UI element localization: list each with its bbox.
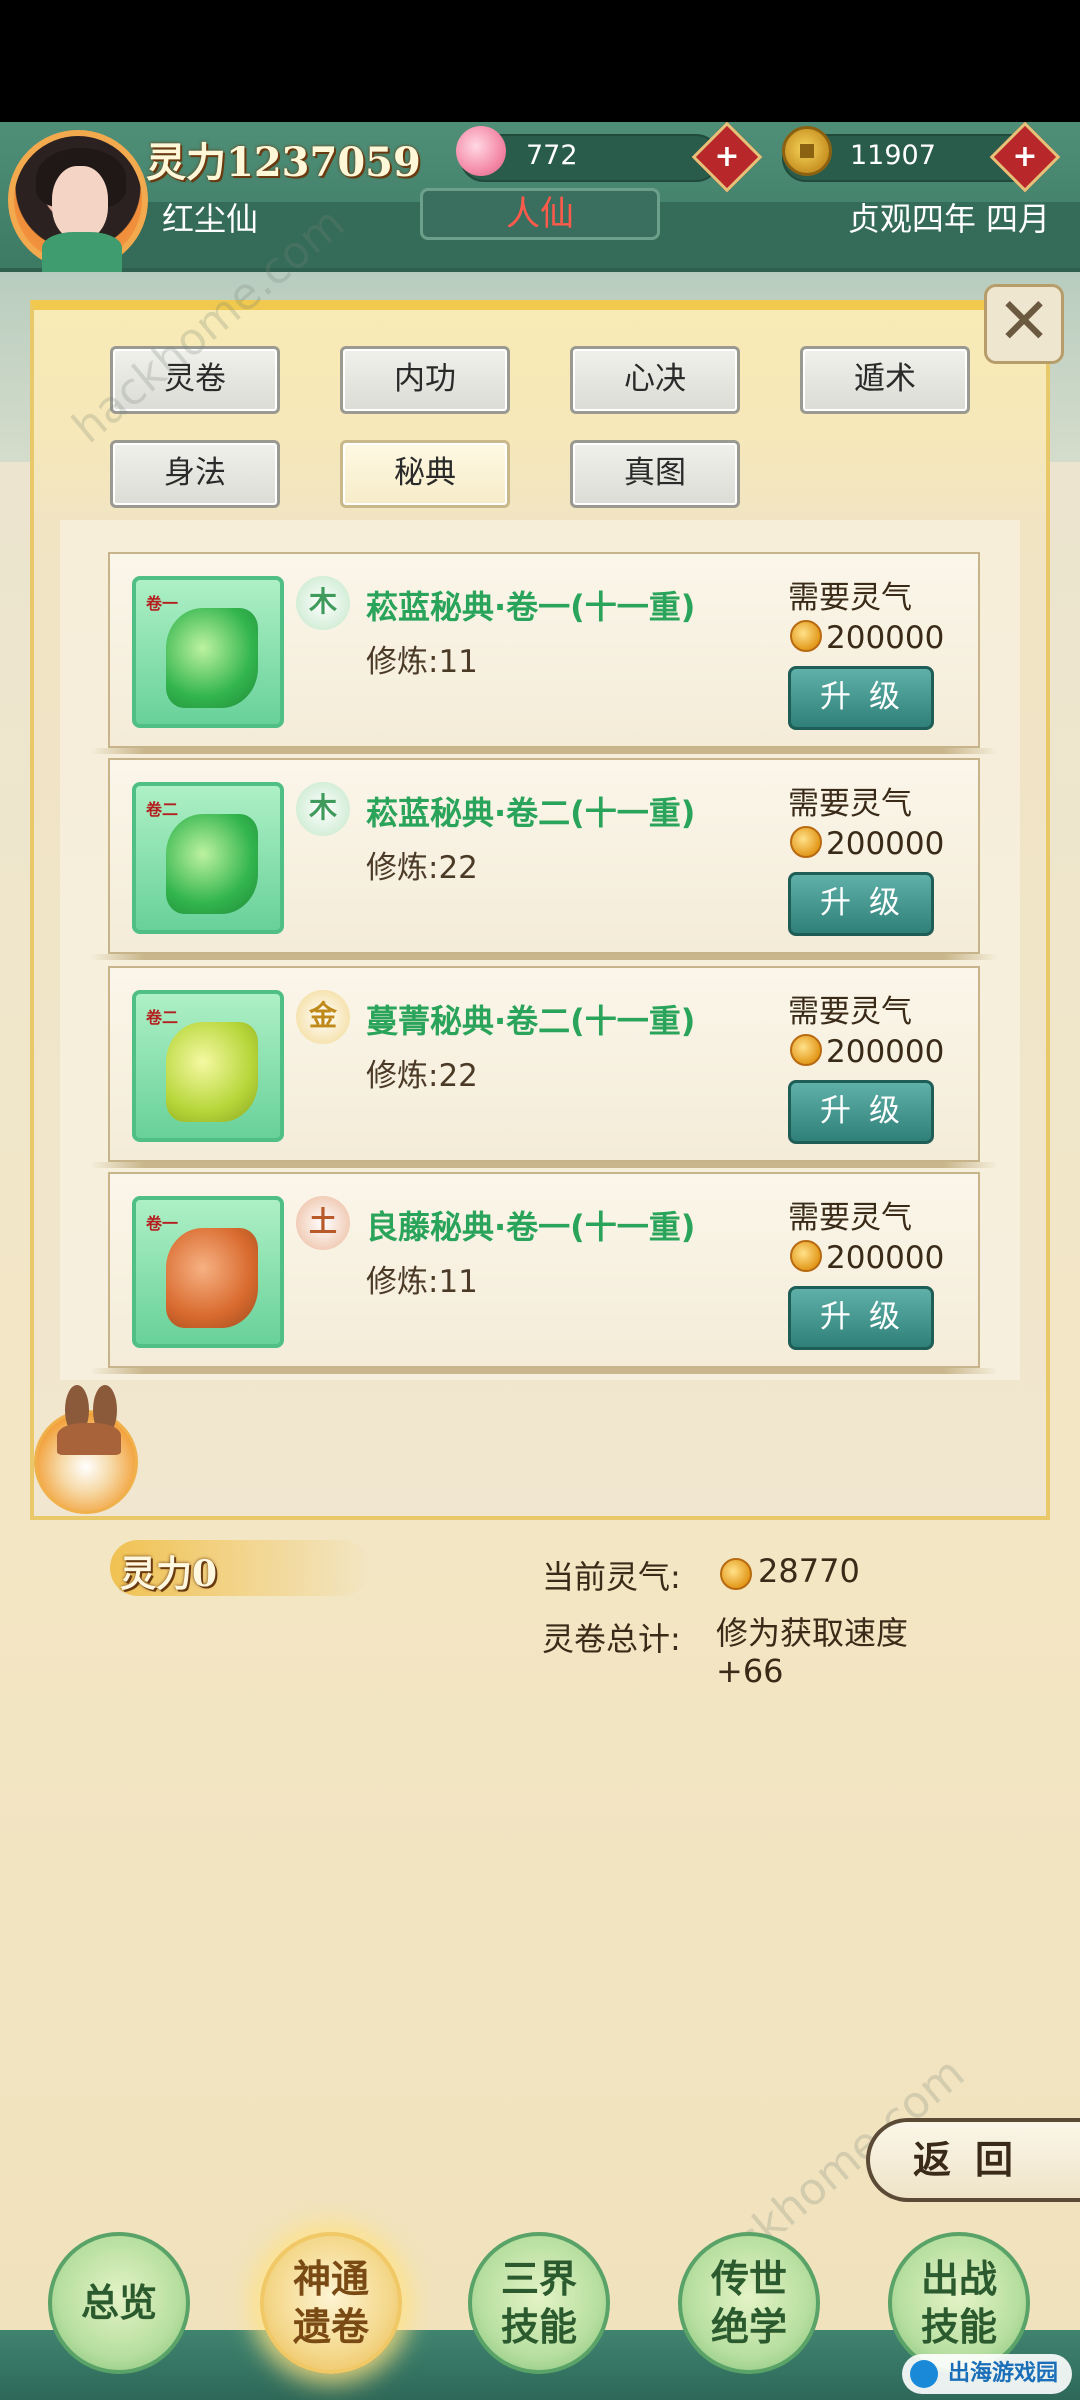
copper-coin-icon xyxy=(782,126,832,176)
volume-tag: 卷二 xyxy=(146,1008,179,1027)
book-title: 菘蓝秘典·卷二(十一重) xyxy=(366,794,696,832)
book-title: 蔓菁秘典·卷二(十一重) xyxy=(366,1002,696,1040)
volume-tag: 卷二 xyxy=(146,800,179,819)
spirit-qi-icon xyxy=(790,826,822,858)
tab-nei-gong[interactable]: 内功 xyxy=(340,346,510,414)
secret-book-icon: 卷二 xyxy=(132,782,284,934)
secret-book-icon: 卷二 xyxy=(132,990,284,1142)
avatar-face xyxy=(52,166,108,240)
upgrade-button[interactable]: 升级 xyxy=(788,872,934,936)
plus-icon: + xyxy=(714,139,740,174)
total-bonus-value: 修为获取速度+66 xyxy=(716,1614,909,1690)
current-qi-label: 当前灵气: xyxy=(542,1558,681,1596)
mascot-helper-icon[interactable] xyxy=(34,1385,138,1514)
book-title: 菘蓝秘典·卷一(十一重) xyxy=(366,588,696,626)
required-qi-value: 200000 xyxy=(826,620,945,656)
nav-divine-scrolls[interactable]: 神通遗卷 xyxy=(260,2232,402,2374)
training-level: 修炼:11 xyxy=(366,1264,478,1300)
required-qi-label: 需要灵气 xyxy=(788,994,912,1030)
book-title: 良藤秘典·卷一(十一重) xyxy=(366,1208,696,1246)
training-level: 修炼:11 xyxy=(366,644,478,680)
back-button[interactable]: 返回 xyxy=(866,2118,1080,2202)
required-qi-value: 200000 xyxy=(826,1034,945,1070)
spirit-qi-icon xyxy=(790,1240,822,1272)
current-qi-value: 28770 xyxy=(758,1552,860,1590)
footer-spirit-power: 灵力0 xyxy=(120,1553,218,1595)
site-logo: 出海游戏园 xyxy=(902,2354,1072,2394)
required-qi-label: 需要灵气 xyxy=(788,580,912,616)
peach-count: 772 xyxy=(526,140,578,171)
avatar-robe xyxy=(42,232,122,272)
nav-label: 三界技能 xyxy=(500,2256,577,2349)
total-label: 灵卷总计: xyxy=(542,1620,681,1658)
upgrade-button[interactable]: 升级 xyxy=(788,1286,934,1350)
nav-label: 出战技能 xyxy=(920,2256,997,2349)
list-item: 卷二 金 蔓菁秘典·卷二(十一重) 修炼:22 需要灵气 200000 升级 xyxy=(90,966,998,1168)
volume-tag: 卷一 xyxy=(146,594,179,613)
metal-element-icon: 金 xyxy=(296,990,350,1044)
nav-battle-skills[interactable]: 出战技能 xyxy=(888,2232,1030,2374)
list-item: 卷一 木 菘蓝秘典·卷一(十一重) 修炼:11 需要灵气 200000 升级 xyxy=(90,552,998,754)
nav-overview[interactable]: 总览 xyxy=(48,2232,190,2374)
upgrade-button[interactable]: 升级 xyxy=(788,1080,934,1144)
player-name: 红尘仙 xyxy=(162,200,259,238)
training-level: 修炼:22 xyxy=(366,1058,478,1094)
nav-label: 神通遗卷 xyxy=(292,2256,369,2349)
required-qi-label: 需要灵气 xyxy=(788,786,912,822)
tab-mi-dian[interactable]: 秘典 xyxy=(340,440,510,508)
list-item: 卷一 土 良藤秘典·卷一(十一重) 修炼:11 需要灵气 200000 升级 xyxy=(90,1172,998,1374)
secret-book-icon: 卷一 xyxy=(132,576,284,728)
required-qi-value: 200000 xyxy=(826,826,945,862)
secret-book-icon: 卷一 xyxy=(132,1196,284,1348)
spirit-qi-icon xyxy=(790,1034,822,1066)
wood-element-icon: 木 xyxy=(296,782,350,836)
game-date: 贞观四年 四月 xyxy=(847,200,1050,238)
earth-element-icon: 土 xyxy=(296,1196,350,1250)
training-level: 修炼:22 xyxy=(366,850,478,886)
spirit-power-label: 灵力1237059 xyxy=(146,139,421,186)
tab-xin-jue[interactable]: 心决 xyxy=(570,346,740,414)
nav-legendary-skills[interactable]: 传世绝学 xyxy=(678,2232,820,2374)
coin-count: 11907 xyxy=(850,140,936,171)
tab-shen-fa[interactable]: 身法 xyxy=(110,440,280,508)
nav-three-realms-skills[interactable]: 三界技能 xyxy=(468,2232,610,2374)
wood-element-icon: 木 xyxy=(296,576,350,630)
player-avatar[interactable] xyxy=(8,130,148,272)
peach-icon xyxy=(456,126,506,176)
spirit-qi-icon xyxy=(790,620,822,652)
volume-tag: 卷一 xyxy=(146,1214,179,1233)
tab-zhen-tu[interactable]: 真图 xyxy=(570,440,740,508)
spirit-qi-icon xyxy=(720,1558,752,1590)
nav-label: 传世绝学 xyxy=(710,2256,787,2349)
required-qi-value: 200000 xyxy=(826,1240,945,1276)
realm-badge: 人仙 xyxy=(420,188,660,240)
list-item: 卷二 木 菘蓝秘典·卷二(十一重) 修炼:22 需要灵气 200000 升级 xyxy=(90,758,998,960)
upgrade-button[interactable]: 升级 xyxy=(788,666,934,730)
nav-label: 总览 xyxy=(80,2280,157,2325)
required-qi-label: 需要灵气 xyxy=(788,1200,912,1236)
tab-dun-shu[interactable]: 遁术 xyxy=(800,346,970,414)
close-button[interactable]: ✕ xyxy=(984,284,1064,364)
plus-icon: + xyxy=(1012,139,1038,174)
